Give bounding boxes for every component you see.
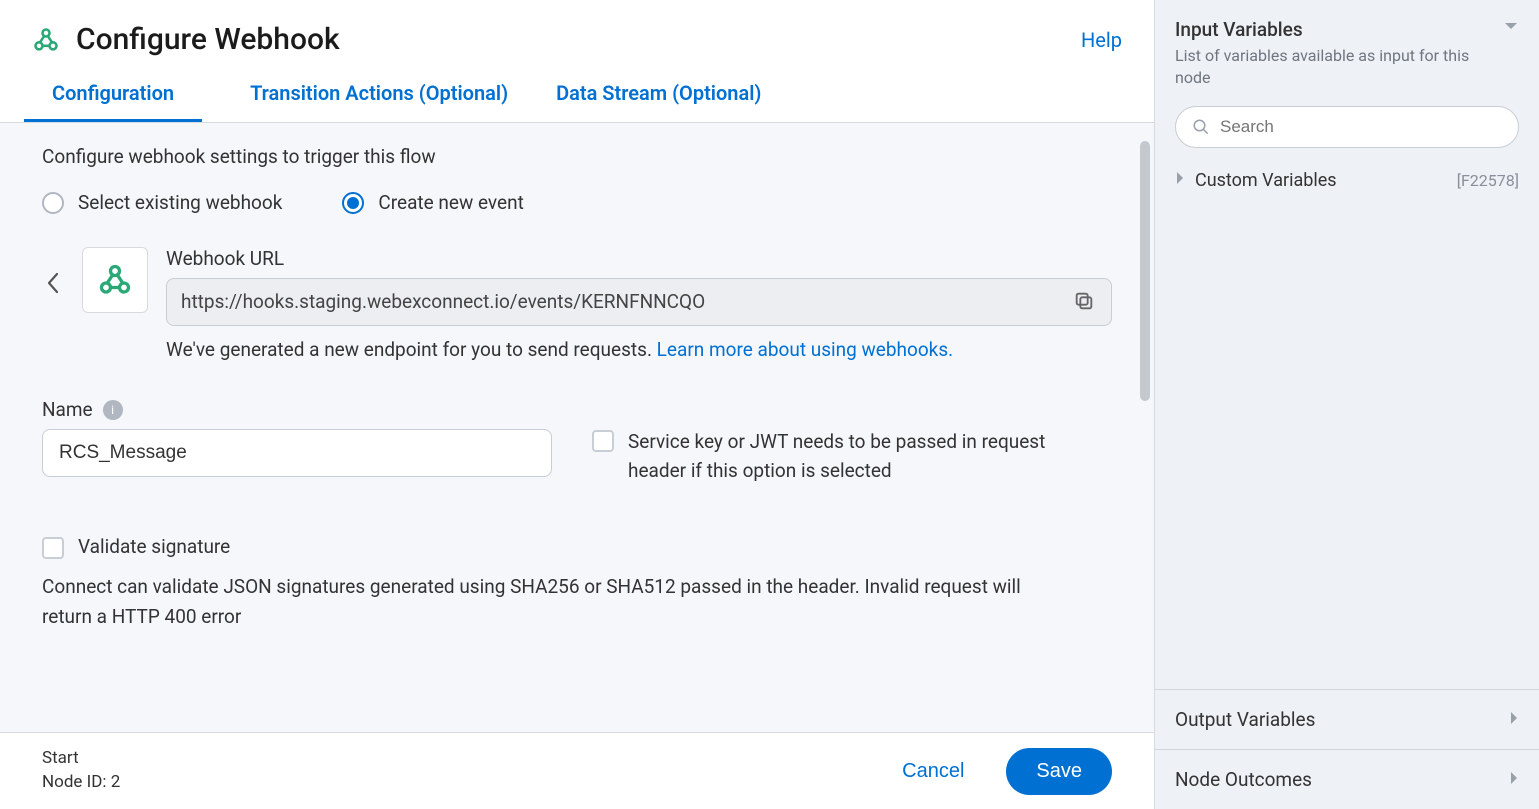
chevron-right-icon bbox=[1509, 771, 1519, 789]
validate-signature-label: Validate signature bbox=[78, 533, 230, 562]
collapse-panel-button[interactable] bbox=[1503, 18, 1519, 36]
help-link[interactable]: Help bbox=[1081, 28, 1122, 52]
info-icon[interactable]: i bbox=[103, 400, 123, 420]
webhook-icon bbox=[32, 26, 60, 54]
custom-variables-row[interactable]: Custom Variables [F22578] bbox=[1175, 170, 1519, 191]
copy-url-button[interactable] bbox=[1073, 290, 1097, 314]
learn-more-link[interactable]: Learn more about using webhooks. bbox=[657, 338, 953, 361]
jwt-label: Service key or JWT needs to be passed in… bbox=[628, 428, 1058, 485]
variable-search-input[interactable] bbox=[1220, 117, 1502, 137]
cancel-button[interactable]: Cancel bbox=[884, 750, 982, 793]
radio-icon bbox=[42, 192, 64, 214]
tab-transition-actions[interactable]: Transition Actions (Optional) bbox=[250, 81, 508, 122]
page-title: Configure Webhook bbox=[76, 22, 340, 57]
url-helper-text: We've generated a new endpoint for you t… bbox=[166, 336, 1112, 365]
radio-select-existing[interactable]: Select existing webhook bbox=[42, 190, 282, 217]
webhook-url-value: https://hooks.staging.webexconnect.io/ev… bbox=[181, 290, 1073, 313]
radio-icon bbox=[342, 192, 364, 214]
webhook-card-icon bbox=[82, 247, 148, 313]
name-label: Name i bbox=[42, 398, 552, 421]
radio-label: Select existing webhook bbox=[78, 190, 282, 217]
tab-strip: Configuration Transition Actions (Option… bbox=[0, 57, 1154, 123]
jwt-checkbox[interactable] bbox=[592, 430, 614, 452]
name-input[interactable] bbox=[42, 429, 552, 477]
validate-signature-checkbox[interactable] bbox=[42, 537, 64, 559]
back-button[interactable] bbox=[42, 263, 64, 303]
radio-create-new[interactable]: Create new event bbox=[342, 190, 523, 217]
chevron-right-icon bbox=[1509, 711, 1519, 729]
webhook-url-label: Webhook URL bbox=[166, 247, 1112, 270]
variable-search[interactable] bbox=[1175, 106, 1519, 148]
input-variables-title: Input Variables bbox=[1175, 18, 1503, 41]
output-variables-row[interactable]: Output Variables bbox=[1155, 689, 1539, 749]
webhook-url-field: https://hooks.staging.webexconnect.io/ev… bbox=[166, 278, 1112, 326]
radio-label: Create new event bbox=[378, 190, 523, 217]
footer-meta: Start Node ID: 2 bbox=[42, 747, 120, 795]
scrollbar[interactable] bbox=[1140, 141, 1150, 401]
tab-data-stream[interactable]: Data Stream (Optional) bbox=[556, 81, 761, 122]
save-button[interactable]: Save bbox=[1006, 748, 1112, 795]
validate-signature-desc: Connect can validate JSON signatures gen… bbox=[42, 572, 1072, 633]
tab-configuration[interactable]: Configuration bbox=[24, 81, 202, 122]
node-outcomes-row[interactable]: Node Outcomes bbox=[1155, 749, 1539, 809]
intro-text: Configure webhook settings to trigger th… bbox=[42, 145, 1112, 168]
chevron-right-icon bbox=[1175, 171, 1185, 189]
input-variables-sub: List of variables available as input for… bbox=[1175, 45, 1475, 90]
